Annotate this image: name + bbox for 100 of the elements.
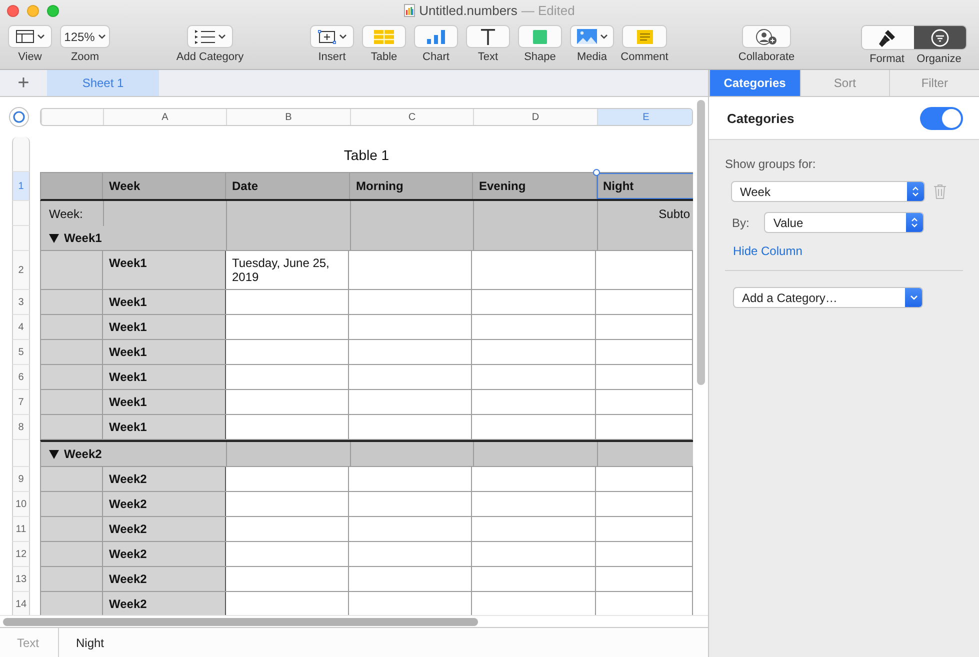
- toolbar-label: Format: [870, 53, 904, 65]
- header-cell[interactable]: Week: [103, 173, 226, 199]
- collaborate-button[interactable]: [742, 25, 791, 48]
- table-cell: Week2: [103, 542, 226, 566]
- comment-button[interactable]: [622, 25, 667, 48]
- toolbar-label: Text: [478, 51, 498, 63]
- zoom-button[interactable]: 125%: [60, 25, 110, 48]
- disclosure-toggle[interactable]: [49, 450, 59, 458]
- edited-status: — Edited: [521, 3, 575, 18]
- view-button[interactable]: [8, 25, 52, 48]
- inspector-tab[interactable]: Categories: [709, 70, 800, 96]
- table-cell: Subto: [598, 201, 693, 250]
- close-button[interactable]: [7, 5, 19, 17]
- category-button[interactable]: [187, 25, 233, 48]
- row-header: [12, 226, 30, 251]
- stepper-icon[interactable]: [907, 182, 924, 201]
- row-number[interactable]: 12: [12, 542, 30, 567]
- header-cell[interactable]: Evening: [473, 173, 597, 199]
- insert-button[interactable]: [310, 25, 354, 48]
- disclosure-toggle[interactable]: [49, 234, 59, 242]
- sidebar-layout-icon: [16, 30, 34, 43]
- table-title: Table 1: [342, 146, 390, 164]
- row-number[interactable]: 3: [12, 290, 30, 315]
- horizontal-scrollbar[interactable]: [3, 618, 478, 626]
- row-number[interactable]: 6: [12, 365, 30, 390]
- row-number[interactable]: 13: [12, 567, 30, 592]
- row-number[interactable]: 2: [12, 251, 30, 290]
- row-header: [12, 201, 30, 226]
- image-icon: [576, 29, 596, 44]
- table-cell: Week1: [103, 415, 226, 439]
- group-by-select[interactable]: Value: [764, 212, 924, 233]
- list-icon: [194, 30, 214, 44]
- table-cell: Week1: [103, 390, 226, 414]
- inspector-tab[interactable]: Sort: [800, 70, 890, 96]
- person-add-icon: [756, 28, 778, 44]
- row-number[interactable]: 5: [12, 340, 30, 365]
- group-column-select[interactable]: Week: [731, 181, 925, 202]
- table-cell: Week1: [103, 340, 226, 364]
- header-cell[interactable]: Morning: [350, 173, 473, 199]
- table-cell: Week1: [103, 251, 226, 289]
- note-icon: [636, 30, 652, 44]
- table-cell: Week2: [103, 492, 226, 516]
- select-all-button[interactable]: [9, 107, 29, 127]
- row-number[interactable]: 11: [12, 517, 30, 542]
- row-number[interactable]: 14: [12, 592, 30, 616]
- sheet-tab[interactable]: Sheet 1: [47, 70, 159, 96]
- text-button[interactable]: [466, 25, 510, 48]
- stepper-icon[interactable]: [906, 213, 924, 232]
- header-cell[interactable]: Date: [226, 173, 350, 199]
- toolbar-label: Collaborate: [738, 51, 795, 63]
- show-groups-label: Show groups for:: [725, 157, 817, 171]
- row-header: [12, 137, 30, 172]
- toolbar-label: Zoom: [70, 51, 100, 63]
- row-number[interactable]: 7: [12, 390, 30, 415]
- table-cell: Week2: [103, 567, 226, 591]
- row-number[interactable]: 4: [12, 315, 30, 340]
- table-icon: [374, 30, 394, 44]
- toolbar-label: Media: [577, 51, 607, 63]
- categories-switch[interactable]: [920, 106, 963, 130]
- inspector-tab[interactable]: Filter: [889, 70, 979, 96]
- cell-value: Night: [75, 634, 104, 652]
- section-title: Categories: [727, 110, 794, 126]
- group-name: Week2: [64, 447, 102, 461]
- row-number[interactable]: 1: [12, 172, 30, 201]
- organize-button[interactable]: [914, 26, 966, 49]
- toolbar-label: Chart: [422, 51, 450, 63]
- summary-label: Week:: [48, 206, 84, 223]
- cell-type-label: Text: [0, 628, 59, 657]
- square-icon: [533, 30, 547, 44]
- table-cell: Week1: [103, 290, 226, 314]
- toolbar-label: Comment: [620, 51, 668, 63]
- chevron-icon[interactable]: [905, 288, 922, 307]
- column-header[interactable]: B: [226, 109, 350, 125]
- table-cell: Tuesday, June 25, 2019: [225, 251, 349, 289]
- column-header[interactable]: C: [350, 109, 473, 125]
- insert-box-icon: [318, 30, 336, 44]
- row-number[interactable]: 10: [12, 492, 30, 517]
- vertical-scrollbar[interactable]: [697, 100, 705, 385]
- toolbar-label: Add Category: [176, 51, 244, 63]
- media-button[interactable]: [570, 25, 614, 48]
- add-sheet-button[interactable]: +: [0, 70, 47, 96]
- row-number[interactable]: 8: [12, 415, 30, 440]
- column-header[interactable]: E: [597, 109, 692, 125]
- zoom-button[interactable]: [47, 5, 59, 17]
- toolbar-label: Organize: [916, 53, 962, 65]
- table-cell: Week2: [103, 517, 226, 541]
- table-cell: Week1: [103, 315, 226, 339]
- paintbrush-icon: [878, 28, 896, 46]
- add-category-popup[interactable]: Add a Category…: [733, 287, 923, 308]
- chart-button[interactable]: [414, 25, 458, 48]
- text-icon: [481, 28, 495, 44]
- row-header: [12, 440, 30, 467]
- table-cell: Week2: [103, 467, 226, 491]
- column-header[interactable]: A: [103, 109, 226, 125]
- format-button[interactable]: [862, 26, 914, 49]
- row-number[interactable]: 9: [12, 467, 30, 492]
- by-label: By:: [732, 216, 750, 230]
- hide-column-link[interactable]: Hide Column: [733, 244, 963, 258]
- selection-handle[interactable]: [593, 169, 600, 176]
- toolbar-label: Shape: [524, 51, 556, 63]
